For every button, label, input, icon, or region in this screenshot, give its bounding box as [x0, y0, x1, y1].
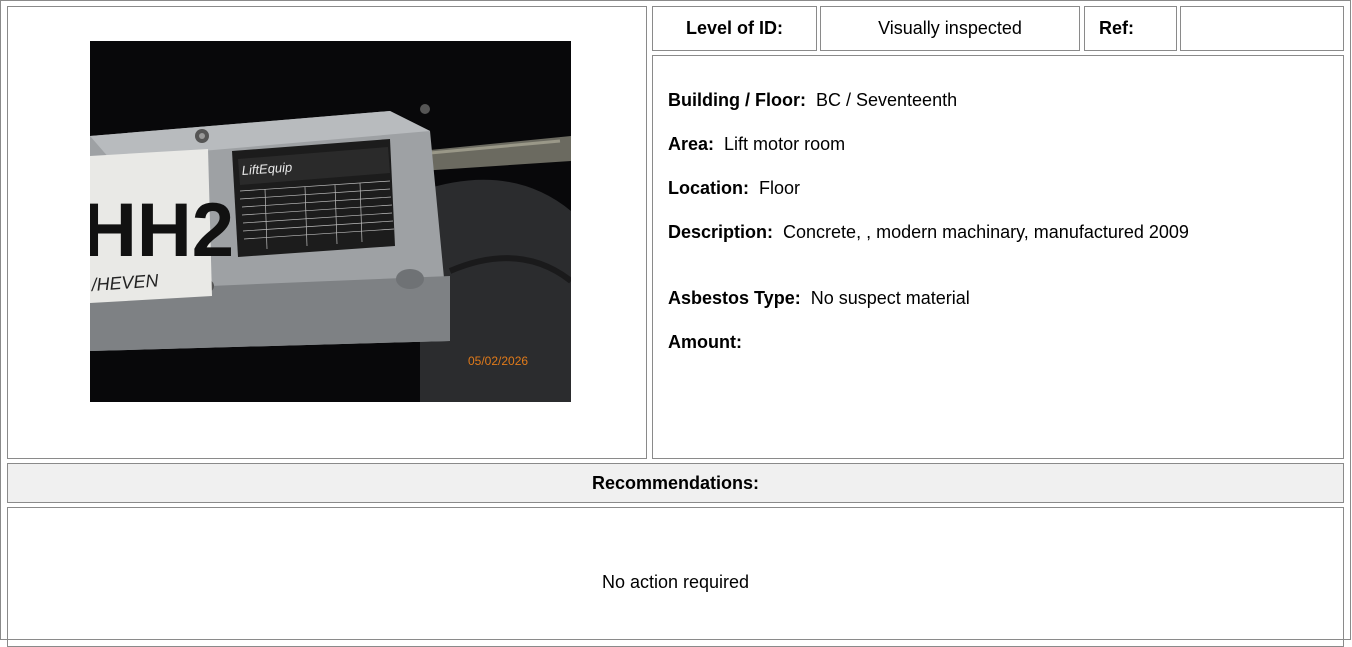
site-photo-graphic: HH2 /HEVEN LiftEquip 05/02/2026: [90, 41, 571, 402]
location-value: Floor: [759, 178, 801, 198]
recommendations-body: No action required: [7, 507, 1344, 647]
building-floor-field: Building / Floor: BC / Seventeenth: [668, 89, 1328, 111]
area-label: Area:: [668, 134, 715, 154]
area-value: Lift motor room: [724, 134, 846, 154]
sign-text: HH2: [90, 188, 234, 273]
description-value: Concrete, , modern machinary, manufactur…: [783, 222, 1189, 242]
ref-value: [1180, 6, 1344, 51]
ref-label: Ref:: [1084, 6, 1177, 51]
asbestos-type-value: No suspect material: [810, 288, 970, 308]
amount-field: Amount:: [668, 331, 1328, 353]
level-of-id-value: Visually inspected: [820, 6, 1080, 51]
description-field: Description: Concrete, , modern machinar…: [668, 221, 1328, 243]
photo-cell: HH2 /HEVEN LiftEquip 05/02/2026: [7, 6, 647, 459]
description-label: Description:: [668, 222, 774, 242]
area-field: Area: Lift motor room: [668, 133, 1328, 155]
recommendations-header: Recommendations:: [7, 463, 1344, 503]
location-label: Location:: [668, 178, 749, 198]
amount-label: Amount:: [668, 332, 742, 352]
date-stamp: 05/02/2026: [468, 354, 528, 368]
asbestos-type-label: Asbestos Type:: [668, 288, 801, 308]
building-floor-value: BC / Seventeenth: [816, 90, 958, 110]
recommendations-text: No action required: [601, 572, 750, 592]
asbestos-type-field: Asbestos Type: No suspect material: [668, 287, 1328, 309]
site-photo: HH2 /HEVEN LiftEquip 05/02/2026: [90, 41, 571, 402]
level-of-id-label: Level of ID:: [652, 6, 817, 51]
location-field: Location: Floor: [668, 177, 1328, 199]
building-floor-label: Building / Floor:: [668, 90, 806, 110]
details-cell: Building / Floor: BC / Seventeenth Area:…: [652, 55, 1344, 459]
